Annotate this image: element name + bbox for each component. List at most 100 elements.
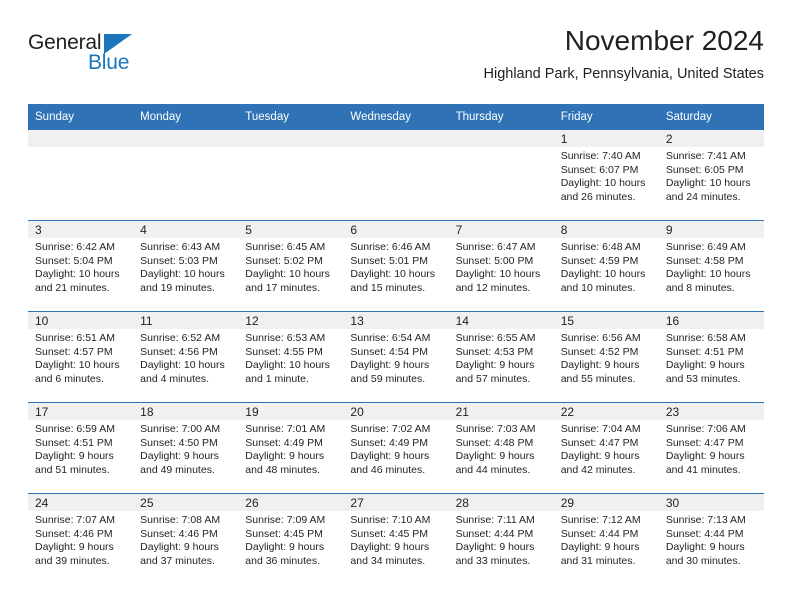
daylight-text-line2: and 17 minutes. (245, 281, 320, 294)
sunrise-text: Sunrise: 7:10 AM (350, 514, 431, 526)
sunset-text: Sunset: 4:51 PM (35, 436, 113, 449)
day-number-band (448, 130, 554, 147)
calendar-day-cell[interactable]: 19 Sunrise: 7:01 AM Sunset: 4:49 PM Dayligh… (238, 402, 344, 494)
day-sun-info: Sunrise: 6:59 AM Sunset: 4:51 PM Daylight:… (28, 420, 133, 477)
day-number: 8 (553, 221, 659, 238)
sunrise-text: Sunrise: 6:53 AM (245, 332, 326, 344)
calendar-day-cell[interactable]: 12 Sunrise: 6:53 AM Sunset: 4:55 PM Dayligh… (238, 311, 344, 403)
sunrise-text: Sunrise: 7:03 AM (455, 423, 536, 435)
calendar-day-cell[interactable]: 14 Sunrise: 6:55 AM Sunset: 4:53 PM Dayligh… (448, 311, 554, 403)
day-number: 11 (133, 312, 239, 329)
calendar-day-cell[interactable]: 22 Sunrise: 7:04 AM Sunset: 4:47 PM Dayligh… (553, 402, 659, 494)
calendar-day-cell[interactable]: 9 Sunrise: 6:49 AM Sunset: 4:58 PM Daylight… (658, 220, 764, 312)
calendar-day-cell[interactable]: 13 Sunrise: 6:54 AM Sunset: 4:54 PM Dayligh… (343, 311, 449, 403)
calendar-day-cell[interactable]: 16 Sunrise: 6:58 AM Sunset: 4:51 PM Dayligh… (658, 311, 764, 403)
day-number-band (28, 130, 134, 147)
sunset-text: Sunset: 4:51 PM (665, 345, 744, 358)
calendar-day-cell[interactable]: 3 Sunrise: 6:42 AM Sunset: 5:04 PM Daylight… (28, 220, 134, 312)
daylight-text-line1: Daylight: 10 hours (245, 359, 330, 372)
day-number: 24 (28, 494, 134, 511)
daylight-text-line1: Daylight: 10 hours (455, 268, 541, 281)
calendar-day-cell[interactable]: 20 Sunrise: 7:02 AM Sunset: 4:49 PM Dayligh… (343, 402, 449, 494)
day-sun-info: Sunrise: 6:43 AM Sunset: 5:03 PM Daylight:… (133, 238, 238, 295)
calendar-day-cell[interactable]: 23 Sunrise: 7:06 AM Sunset: 4:47 PM Dayligh… (658, 402, 764, 494)
weekday-header-monday: Monday (133, 104, 239, 130)
sunrise-text: Sunrise: 6:59 AM (35, 423, 115, 435)
day-sun-info: Sunrise: 6:42 AM Sunset: 5:04 PM Daylight:… (28, 238, 133, 295)
calendar-day-cell[interactable]: 17 Sunrise: 6:59 AM Sunset: 4:51 PM Dayligh… (28, 402, 134, 494)
calendar-day-cell[interactable]: 28 Sunrise: 7:11 AM Sunset: 4:44 PM Dayligh… (448, 493, 554, 584)
calendar-day-cell[interactable]: 29 Sunrise: 7:12 AM Sunset: 4:44 PM Dayligh… (553, 493, 659, 584)
day-number: 23 (658, 403, 764, 420)
weekday-header-sunday: Sunday (28, 104, 134, 130)
day-number-band (238, 130, 344, 147)
daylight-text-line2: and 1 minute. (245, 372, 309, 385)
daylight-text-line1: Daylight: 9 hours (35, 450, 114, 463)
daylight-text-line2: and 39 minutes. (35, 554, 110, 567)
calendar-day-cell[interactable]: 7 Sunrise: 6:47 AM Sunset: 5:00 PM Daylight… (448, 220, 554, 312)
daylight-text-line2: and 41 minutes. (665, 463, 741, 476)
day-sun-info: Sunrise: 7:07 AM Sunset: 4:46 PM Daylight:… (28, 511, 133, 568)
daylight-text-line2: and 19 minutes. (140, 281, 215, 294)
brand-logo[interactable]: General Blue (28, 32, 168, 82)
calendar-day-cell[interactable]: 27 Sunrise: 7:10 AM Sunset: 4:45 PM Dayligh… (343, 493, 449, 584)
calendar-day-cell[interactable]: 11 Sunrise: 6:52 AM Sunset: 4:56 PM Dayligh… (133, 311, 239, 403)
calendar-day-cell[interactable]: 4 Sunrise: 6:43 AM Sunset: 5:03 PM Daylight… (133, 220, 239, 312)
calendar-day-cell[interactable]: 30 Sunrise: 7:13 AM Sunset: 4:44 PM Dayligh… (658, 493, 764, 584)
sunset-text: Sunset: 4:58 PM (665, 254, 744, 267)
sunset-text: Sunset: 4:45 PM (245, 527, 323, 540)
sunset-text: Sunset: 4:44 PM (665, 527, 744, 540)
daylight-text-line2: and 4 minutes. (140, 372, 210, 385)
daylight-text-line1: Daylight: 10 hours (350, 268, 436, 281)
daylight-text-line1: Daylight: 10 hours (35, 359, 120, 372)
day-number: 27 (343, 494, 449, 511)
calendar-page: General Blue November 2024 Highland Park… (0, 0, 792, 612)
sunrise-text: Sunrise: 6:49 AM (665, 241, 746, 253)
calendar-day-cell[interactable]: 24 Sunrise: 7:07 AM Sunset: 4:46 PM Dayligh… (28, 493, 134, 584)
daylight-text-line1: Daylight: 9 hours (455, 359, 535, 372)
sunset-text: Sunset: 4:50 PM (140, 436, 218, 449)
day-number: 3 (28, 221, 134, 238)
daylight-text-line2: and 55 minutes. (560, 372, 636, 385)
daylight-text-line1: Daylight: 9 hours (350, 450, 430, 463)
calendar-week-row: 17 Sunrise: 6:59 AM Sunset: 4:51 PM Dayligh… (28, 402, 764, 494)
calendar-day-cell[interactable]: 15 Sunrise: 6:56 AM Sunset: 4:52 PM Dayligh… (553, 311, 659, 403)
calendar-day-cell[interactable]: 26 Sunrise: 7:09 AM Sunset: 4:45 PM Dayligh… (238, 493, 344, 584)
daylight-text-line2: and 42 minutes. (560, 463, 636, 476)
title-block: November 2024 Highland Park, Pennsylvani… (484, 24, 765, 83)
day-sun-info: Sunrise: 7:09 AM Sunset: 4:45 PM Daylight:… (238, 511, 343, 568)
daylight-text-line2: and 21 minutes. (35, 281, 110, 294)
daylight-text-line2: and 51 minutes. (35, 463, 110, 476)
page-title: November 2024 (564, 25, 764, 56)
day-sun-info: Sunrise: 7:03 AM Sunset: 4:48 PM Daylight:… (449, 420, 554, 477)
calendar-week-row: 24 Sunrise: 7:07 AM Sunset: 4:46 PM Dayligh… (28, 493, 764, 584)
calendar-day-cell-empty (238, 130, 344, 221)
sunrise-text: Sunrise: 6:51 AM (35, 332, 115, 344)
day-sun-info: Sunrise: 7:11 AM Sunset: 4:44 PM Daylight:… (449, 511, 554, 568)
daylight-text-line1: Daylight: 9 hours (560, 359, 640, 372)
sunset-text: Sunset: 4:57 PM (35, 345, 113, 358)
day-number: 1 (553, 130, 659, 147)
sunset-text: Sunset: 4:44 PM (560, 527, 639, 540)
calendar-week-row: 3 Sunrise: 6:42 AM Sunset: 5:04 PM Daylight… (28, 220, 764, 312)
calendar-day-cell[interactable]: 10 Sunrise: 6:51 AM Sunset: 4:57 PM Dayligh… (28, 311, 134, 403)
day-sun-info: Sunrise: 7:41 AM Sunset: 6:05 PM Daylight:… (659, 147, 764, 204)
calendar-day-cell[interactable]: 5 Sunrise: 6:45 AM Sunset: 5:02 PM Daylight… (238, 220, 344, 312)
day-number: 25 (133, 494, 239, 511)
daylight-text-line2: and 33 minutes. (455, 554, 531, 567)
day-sun-info: Sunrise: 7:04 AM Sunset: 4:47 PM Daylight:… (554, 420, 659, 477)
sunset-text: Sunset: 5:02 PM (245, 254, 323, 267)
day-number: 20 (343, 403, 449, 420)
calendar-day-cell[interactable]: 8 Sunrise: 6:48 AM Sunset: 4:59 PM Daylight… (553, 220, 659, 312)
logo-text-blue: Blue (88, 51, 130, 74)
calendar-day-cell-empty (133, 130, 239, 221)
calendar-day-cell[interactable]: 18 Sunrise: 7:00 AM Sunset: 4:50 PM Dayligh… (133, 402, 239, 494)
day-sun-info: Sunrise: 6:55 AM Sunset: 4:53 PM Daylight:… (449, 329, 554, 386)
calendar-day-cell[interactable]: 2 Sunrise: 7:41 AM Sunset: 6:05 PM Daylight… (658, 130, 764, 221)
day-sun-info: Sunrise: 6:48 AM Sunset: 4:59 PM Daylight:… (554, 238, 659, 295)
calendar-day-cell[interactable]: 1 Sunrise: 7:40 AM Sunset: 6:07 PM Daylight… (553, 130, 659, 221)
sunset-text: Sunset: 5:03 PM (140, 254, 218, 267)
calendar-day-cell[interactable]: 25 Sunrise: 7:08 AM Sunset: 4:46 PM Dayligh… (133, 493, 239, 584)
calendar-day-cell[interactable]: 6 Sunrise: 6:46 AM Sunset: 5:01 PM Daylight… (343, 220, 449, 312)
calendar-day-cell[interactable]: 21 Sunrise: 7:03 AM Sunset: 4:48 PM Dayligh… (448, 402, 554, 494)
